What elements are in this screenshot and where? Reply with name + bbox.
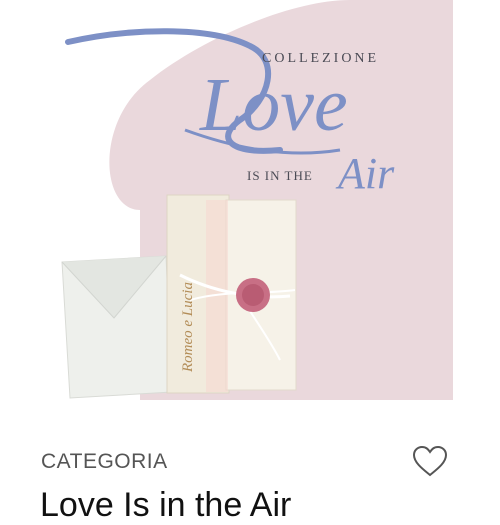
product-illustration: COLLEZIONE Love IS IN THE Air Romeo e Lu… (61, 0, 453, 400)
invitation-card: Romeo e Lucia (166, 194, 297, 394)
category-label: CATEGORIA (41, 450, 168, 473)
wishlist-button[interactable] (410, 443, 450, 479)
product-caption: CATEGORIA Love Is in the Air (0, 436, 500, 524)
logo-main-word: Love (199, 63, 348, 147)
card-names: Romeo e Lucia (180, 282, 196, 373)
product-title[interactable]: Love Is in the Air (40, 486, 291, 525)
product-image[interactable]: COLLEZIONE Love IS IN THE Air Romeo e Lu… (40, 0, 453, 400)
logo-small-words: IS IN THE (247, 168, 313, 183)
envelope (61, 255, 173, 399)
logo-end-word: Air (335, 149, 395, 198)
heart-outline-icon (412, 445, 448, 477)
